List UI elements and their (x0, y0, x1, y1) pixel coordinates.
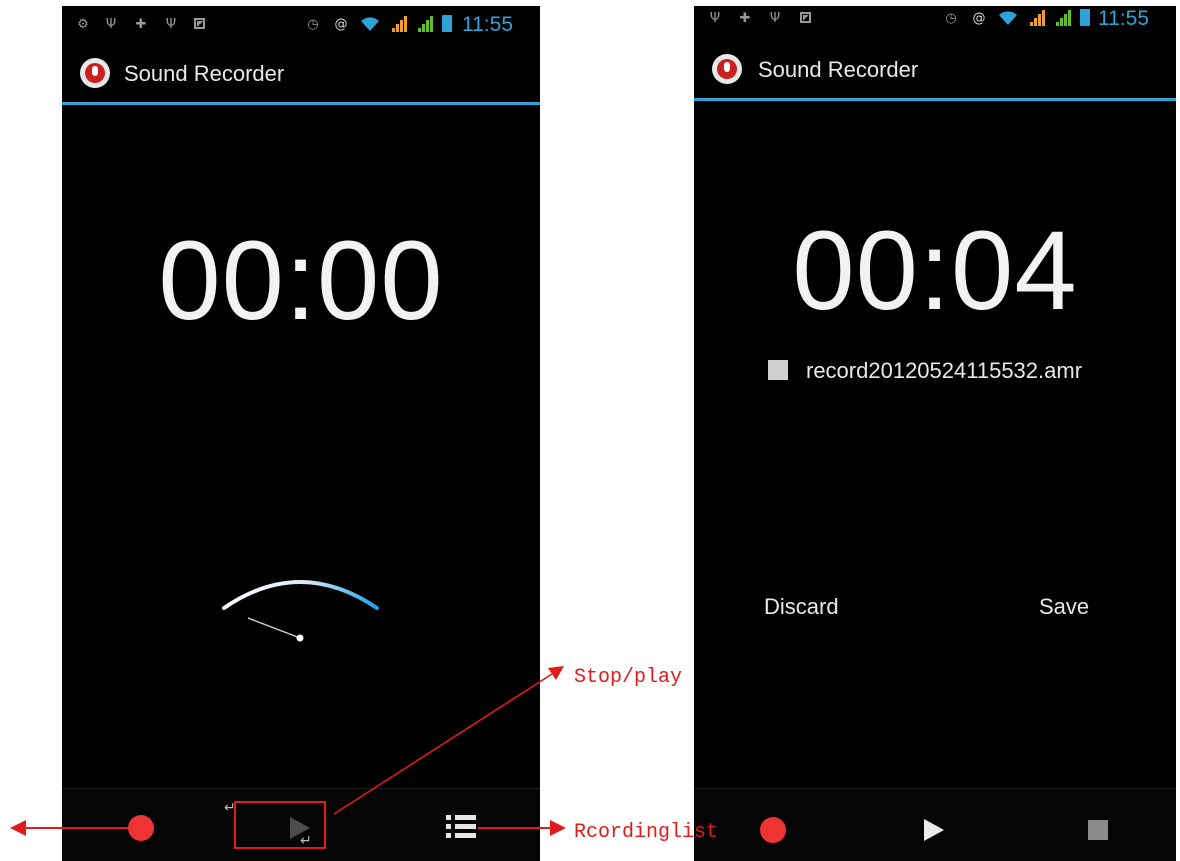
record-button[interactable] (128, 815, 154, 841)
recorder-screen-finished: Ψ ✚ Ψ ◷ @ 11:55 Sound Recorder 00:04 rec… (694, 6, 1176, 861)
android-debug-icon: ✚ (135, 17, 147, 32)
app-title: Sound Recorder (124, 61, 285, 86)
signal-icon (392, 16, 408, 32)
wifi-icon (361, 17, 379, 31)
sync-icon: @ (334, 17, 348, 32)
recording-list-button[interactable] (446, 815, 476, 839)
action-bar: Sound Recorder (694, 38, 1176, 101)
return-mark-icon: ↵ (224, 800, 236, 816)
usb-icon: Ψ (105, 17, 117, 32)
app-title: Sound Recorder (758, 57, 919, 82)
sync-icon: @ (972, 11, 986, 26)
elapsed-timer: 00:00 (158, 218, 444, 343)
discard-button[interactable]: Discard (764, 594, 839, 620)
annotation-stop-play: Stop/play (574, 666, 683, 689)
file-name: record20120524115532.amr (806, 358, 1083, 383)
battery-icon (442, 15, 452, 32)
annotation-recording-list: Rcordinglist (574, 821, 719, 844)
highlight-stop-play (234, 801, 326, 849)
usb-icon: Ψ (709, 11, 721, 26)
save-button[interactable]: Save (1039, 594, 1089, 620)
status-bar: ⚙ Ψ ✚ Ψ ◷ @ 11:55 (62, 6, 540, 44)
action-bar: Sound Recorder (62, 44, 540, 105)
settings-icon: ⚙ (77, 17, 89, 32)
record-button[interactable] (760, 817, 786, 843)
stop-button[interactable] (1088, 820, 1108, 840)
gallery-icon (800, 12, 811, 23)
microphone-icon (712, 54, 742, 84)
status-clock: 11:55 (462, 13, 513, 36)
microphone-icon (80, 58, 110, 88)
elapsed-timer: 00:04 (792, 208, 1078, 333)
recorder-screen-idle: ⚙ Ψ ✚ Ψ ◷ @ 11:55 Sound Recorder 00:00 (62, 6, 540, 861)
signal-icon (1030, 10, 1046, 26)
signal-icon (418, 16, 434, 32)
status-clock: 11:55 (1098, 7, 1149, 30)
vu-meter-icon (222, 580, 379, 642)
file-stop-icon (768, 360, 788, 380)
battery-icon (1080, 9, 1090, 26)
play-button[interactable] (924, 819, 944, 841)
usb-icon: Ψ (165, 17, 177, 32)
android-debug-icon: ✚ (739, 11, 751, 26)
alarm-icon: ◷ (945, 11, 957, 26)
wifi-icon (999, 11, 1017, 25)
usb-icon: Ψ (769, 11, 781, 26)
control-bar (694, 788, 1176, 861)
return-mark-icon: ↵ (300, 833, 312, 849)
alarm-icon: ◷ (307, 17, 319, 32)
signal-icon (1056, 10, 1072, 26)
gallery-icon (194, 18, 205, 29)
